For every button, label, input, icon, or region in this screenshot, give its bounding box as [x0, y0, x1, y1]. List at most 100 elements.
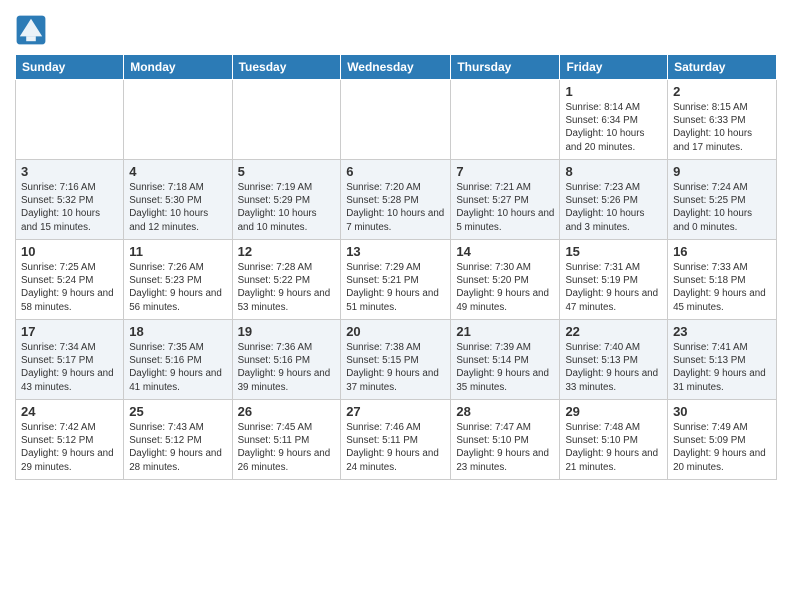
calendar-cell: 19 Sunrise: 7:36 AM Sunset: 5:16 PM Dayli…: [232, 320, 341, 400]
calendar-cell: 20 Sunrise: 7:38 AM Sunset: 5:15 PM Dayli…: [341, 320, 451, 400]
calendar-cell: [124, 80, 232, 160]
day-number: 24: [21, 404, 118, 419]
day-info: Sunrise: 7:20 AM Sunset: 5:28 PM Dayligh…: [346, 181, 445, 234]
day-number: 20: [346, 324, 445, 339]
calendar-cell: 1 Sunrise: 8:14 AM Sunset: 6:34 PM Daylig…: [560, 80, 668, 160]
day-info: Sunrise: 7:35 AM Sunset: 5:16 PM Dayligh…: [129, 341, 226, 394]
day-info: Sunrise: 7:38 AM Sunset: 5:15 PM Dayligh…: [346, 341, 445, 394]
calendar-cell: 8 Sunrise: 7:23 AM Sunset: 5:26 PM Daylig…: [560, 160, 668, 240]
day-number: 16: [673, 244, 771, 259]
day-number: 23: [673, 324, 771, 339]
day-info: Sunrise: 7:42 AM Sunset: 5:12 PM Dayligh…: [21, 421, 118, 474]
day-number: 7: [456, 164, 554, 179]
calendar-cell: 11 Sunrise: 7:26 AM Sunset: 5:23 PM Dayli…: [124, 240, 232, 320]
day-number: 28: [456, 404, 554, 419]
day-info: Sunrise: 7:18 AM Sunset: 5:30 PM Dayligh…: [129, 181, 226, 234]
day-info: Sunrise: 8:14 AM Sunset: 6:34 PM Dayligh…: [565, 101, 662, 154]
calendar-table: SundayMondayTuesdayWednesdayThursdayFrid…: [15, 54, 777, 480]
day-number: 12: [238, 244, 336, 259]
day-number: 22: [565, 324, 662, 339]
calendar-cell: [232, 80, 341, 160]
col-header-saturday: Saturday: [668, 55, 777, 80]
day-info: Sunrise: 7:43 AM Sunset: 5:12 PM Dayligh…: [129, 421, 226, 474]
day-number: 19: [238, 324, 336, 339]
day-number: 9: [673, 164, 771, 179]
calendar-cell: 5Sunrise: 7:19 AM Sunset: 5:29 PM Daylig…: [232, 160, 341, 240]
calendar-cell: 16 Sunrise: 7:33 AM Sunset: 5:18 PM Dayli…: [668, 240, 777, 320]
day-number: 18: [129, 324, 226, 339]
week-row-1: 1 Sunrise: 8:14 AM Sunset: 6:34 PM Daylig…: [16, 80, 777, 160]
day-number: 10: [21, 244, 118, 259]
day-number: 30: [673, 404, 771, 419]
day-number: 6: [346, 164, 445, 179]
day-number: 11: [129, 244, 226, 259]
week-row-3: 10 Sunrise: 7:25 AM Sunset: 5:24 PM Dayli…: [16, 240, 777, 320]
logo: [15, 14, 51, 46]
day-info: Sunrise: 7:49 AM Sunset: 5:09 PM Dayligh…: [673, 421, 771, 474]
day-info: Sunrise: 7:36 AM Sunset: 5:16 PM Dayligh…: [238, 341, 336, 394]
day-number: 25: [129, 404, 226, 419]
col-header-thursday: Thursday: [451, 55, 560, 80]
calendar-cell: 15 Sunrise: 7:31 AM Sunset: 5:19 PM Dayli…: [560, 240, 668, 320]
day-number: 21: [456, 324, 554, 339]
day-info: Sunrise: 7:24 AM Sunset: 5:25 PM Dayligh…: [673, 181, 771, 234]
week-row-4: 17 Sunrise: 7:34 AM Sunset: 5:17 PM Dayli…: [16, 320, 777, 400]
day-info: Sunrise: 7:21 AM Sunset: 5:27 PM Dayligh…: [456, 181, 554, 234]
calendar-cell: 3Sunrise: 7:16 AM Sunset: 5:32 PM Daylig…: [16, 160, 124, 240]
day-info: Sunrise: 7:25 AM Sunset: 5:24 PM Dayligh…: [21, 261, 118, 314]
day-info: Sunrise: 7:41 AM Sunset: 5:13 PM Dayligh…: [673, 341, 771, 394]
day-info: Sunrise: 7:31 AM Sunset: 5:19 PM Dayligh…: [565, 261, 662, 314]
calendar-cell: 12Sunrise: 7:28 AM Sunset: 5:22 PM Dayli…: [232, 240, 341, 320]
calendar-cell: 30 Sunrise: 7:49 AM Sunset: 5:09 PM Dayli…: [668, 400, 777, 480]
calendar-cell: 2Sunrise: 8:15 AM Sunset: 6:33 PM Daylig…: [668, 80, 777, 160]
calendar-cell: 27 Sunrise: 7:46 AM Sunset: 5:11 PM Dayli…: [341, 400, 451, 480]
day-info: Sunrise: 7:45 AM Sunset: 5:11 PM Dayligh…: [238, 421, 336, 474]
day-info: Sunrise: 7:46 AM Sunset: 5:11 PM Dayligh…: [346, 421, 445, 474]
day-number: 2: [673, 84, 771, 99]
col-header-sunday: Sunday: [16, 55, 124, 80]
calendar-cell: [16, 80, 124, 160]
day-info: Sunrise: 7:16 AM Sunset: 5:32 PM Dayligh…: [21, 181, 118, 234]
logo-icon: [15, 14, 47, 46]
day-number: 15: [565, 244, 662, 259]
col-header-friday: Friday: [560, 55, 668, 80]
day-number: 17: [21, 324, 118, 339]
calendar-cell: 21Sunrise: 7:39 AM Sunset: 5:14 PM Dayli…: [451, 320, 560, 400]
day-info: Sunrise: 7:40 AM Sunset: 5:13 PM Dayligh…: [565, 341, 662, 394]
calendar-cell: 26 Sunrise: 7:45 AM Sunset: 5:11 PM Dayli…: [232, 400, 341, 480]
day-number: 26: [238, 404, 336, 419]
calendar-cell: 17 Sunrise: 7:34 AM Sunset: 5:17 PM Dayli…: [16, 320, 124, 400]
calendar-cell: 14Sunrise: 7:30 AM Sunset: 5:20 PM Dayli…: [451, 240, 560, 320]
day-info: Sunrise: 7:23 AM Sunset: 5:26 PM Dayligh…: [565, 181, 662, 234]
day-number: 8: [565, 164, 662, 179]
calendar-cell: 23 Sunrise: 7:41 AM Sunset: 5:13 PM Dayli…: [668, 320, 777, 400]
calendar-cell: 22 Sunrise: 7:40 AM Sunset: 5:13 PM Dayli…: [560, 320, 668, 400]
day-info: Sunrise: 7:26 AM Sunset: 5:23 PM Dayligh…: [129, 261, 226, 314]
col-header-tuesday: Tuesday: [232, 55, 341, 80]
col-header-wednesday: Wednesday: [341, 55, 451, 80]
day-number: 29: [565, 404, 662, 419]
day-info: Sunrise: 7:33 AM Sunset: 5:18 PM Dayligh…: [673, 261, 771, 314]
calendar-cell: [341, 80, 451, 160]
page-header: [15, 10, 777, 46]
calendar-cell: 4 Sunrise: 7:18 AM Sunset: 5:30 PM Daylig…: [124, 160, 232, 240]
calendar-cell: 28Sunrise: 7:47 AM Sunset: 5:10 PM Dayli…: [451, 400, 560, 480]
calendar-cell: 29Sunrise: 7:48 AM Sunset: 5:10 PM Dayli…: [560, 400, 668, 480]
week-row-5: 24 Sunrise: 7:42 AM Sunset: 5:12 PM Dayli…: [16, 400, 777, 480]
day-info: Sunrise: 7:34 AM Sunset: 5:17 PM Dayligh…: [21, 341, 118, 394]
calendar-cell: 25 Sunrise: 7:43 AM Sunset: 5:12 PM Dayli…: [124, 400, 232, 480]
day-info: Sunrise: 7:30 AM Sunset: 5:20 PM Dayligh…: [456, 261, 554, 314]
calendar-cell: 13Sunrise: 7:29 AM Sunset: 5:21 PM Dayli…: [341, 240, 451, 320]
day-number: 27: [346, 404, 445, 419]
day-info: Sunrise: 7:19 AM Sunset: 5:29 PM Dayligh…: [238, 181, 336, 234]
calendar-cell: 9 Sunrise: 7:24 AM Sunset: 5:25 PM Daylig…: [668, 160, 777, 240]
calendar-cell: 18 Sunrise: 7:35 AM Sunset: 5:16 PM Dayli…: [124, 320, 232, 400]
calendar-cell: [451, 80, 560, 160]
day-number: 4: [129, 164, 226, 179]
week-row-2: 3Sunrise: 7:16 AM Sunset: 5:32 PM Daylig…: [16, 160, 777, 240]
day-number: 1: [565, 84, 662, 99]
calendar-header: SundayMondayTuesdayWednesdayThursdayFrid…: [16, 55, 777, 80]
col-header-monday: Monday: [124, 55, 232, 80]
day-info: Sunrise: 7:29 AM Sunset: 5:21 PM Dayligh…: [346, 261, 445, 314]
calendar-cell: 6 Sunrise: 7:20 AM Sunset: 5:28 PM Daylig…: [341, 160, 451, 240]
